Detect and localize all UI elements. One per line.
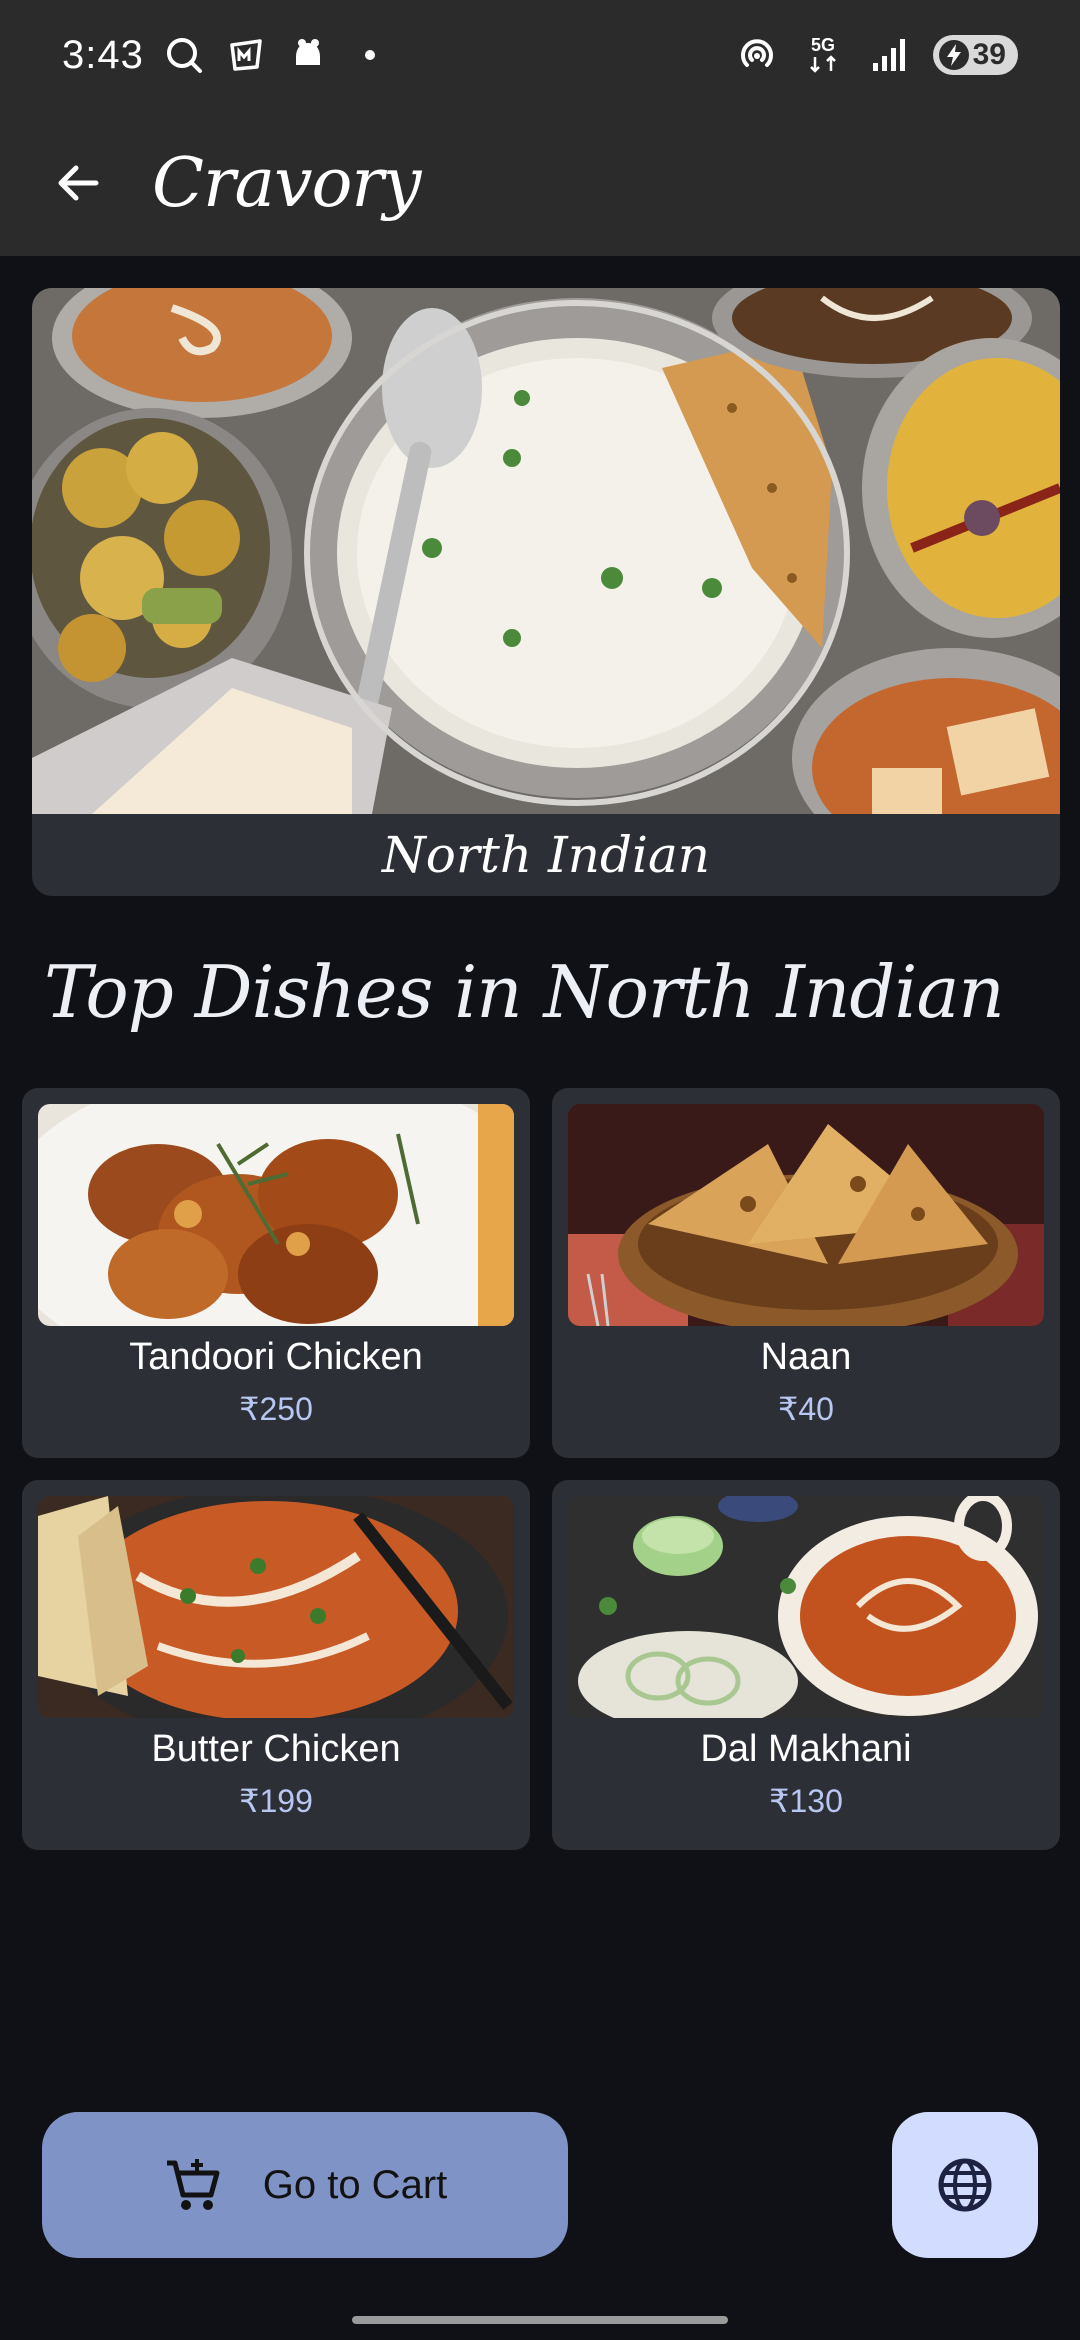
dish-card-butter-chicken[interactable]: Butter Chicken ₹199 <box>22 1480 530 1850</box>
app-bar: Cravory <box>0 110 1080 256</box>
dish-name: Dal Makhani <box>700 1728 912 1770</box>
back-button[interactable] <box>48 153 108 213</box>
language-button[interactable] <box>892 2112 1038 2258</box>
naan-image <box>568 1104 1044 1326</box>
butter-chicken-image <box>38 1496 514 1718</box>
dish-name: Tandoori Chicken <box>129 1336 423 1378</box>
app-notification-icon <box>286 33 330 77</box>
dish-price: ₹199 <box>239 1783 313 1819</box>
category-hero-card[interactable]: North Indian <box>32 288 1060 896</box>
north-indian-thali-image <box>32 288 1060 814</box>
status-time: 3:43 <box>62 32 144 77</box>
dish-price: ₹40 <box>778 1391 834 1427</box>
arrow-back-icon <box>58 165 99 201</box>
dish-name: Butter Chicken <box>151 1728 401 1770</box>
signal-icon <box>867 33 911 77</box>
tandoori-chicken-image <box>38 1104 514 1326</box>
globe-icon <box>938 2158 992 2212</box>
search-notification-icon <box>162 33 206 77</box>
status-bar: 3:43 5G 39 <box>0 0 1080 110</box>
battery-indicator: 39 <box>932 35 1018 75</box>
battery-level: 39 <box>972 38 1006 71</box>
network-5g-icon: 5G <box>801 33 845 77</box>
dish-card-tandoori-chicken[interactable]: Tandoori Chicken ₹250 <box>22 1088 530 1458</box>
status-right: 5G 39 <box>735 33 1018 77</box>
charging-bolt-icon <box>938 40 969 70</box>
go-to-cart-button[interactable]: Go to Cart <box>42 2112 568 2258</box>
add-shopping-cart-icon <box>166 2159 220 2210</box>
hotspot-icon <box>735 33 779 77</box>
dish-card-naan[interactable]: Naan ₹40 <box>552 1088 1060 1458</box>
dish-name: Naan <box>760 1336 852 1378</box>
dish-price: ₹250 <box>239 1391 313 1427</box>
category-label: North Indian <box>382 826 710 884</box>
dal-makhani-image <box>568 1496 1044 1718</box>
more-notifications-dot-icon <box>348 33 392 77</box>
shopping-notification-icon <box>224 33 268 77</box>
dish-card-dal-makhani[interactable]: Dal Makhani ₹130 <box>552 1480 1060 1850</box>
screen: 3:43 5G 39 Cravory North Indian Top Dish… <box>0 0 1080 2340</box>
status-left: 3:43 <box>62 33 392 78</box>
network-5g-label: 5G <box>811 35 835 55</box>
dish-price: ₹130 <box>769 1783 843 1819</box>
go-to-cart-label: Go to Cart <box>262 2162 448 2207</box>
home-indicator[interactable] <box>352 2316 728 2324</box>
app-title: Cravory <box>152 143 421 223</box>
section-title: Top Dishes in North Indian <box>44 950 1005 1034</box>
